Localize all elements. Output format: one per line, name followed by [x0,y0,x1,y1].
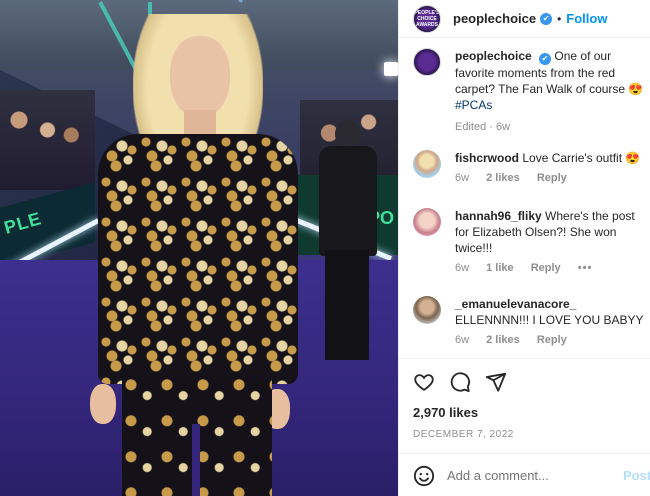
comment-username[interactable]: fishcrwood [455,151,519,165]
comments-list[interactable]: peoplechoice ✔ One of our favorite momen… [399,38,650,358]
comment-text: ELLENNNN!!! I LOVE YOU BABYY [455,313,644,327]
commenter-avatar[interactable] [413,296,441,324]
hashtag-link[interactable]: #PCAs [455,98,492,112]
celebrity-figure [88,14,306,496]
comment-meta: 6w 1 like Reply ••• [455,260,647,276]
verified-badge-icon: ✔ [540,12,553,25]
like-count[interactable]: 2,970 likes [413,405,478,420]
caption-body: peoplechoice ✔ One of our favorite momen… [455,48,647,135]
comment-likes[interactable]: 2 likes [486,334,520,346]
edited-label: Edited · 6w [455,121,511,133]
comment-text: Love Carrie's outfit 😍 [522,151,641,165]
commenter-avatar[interactable] [413,208,441,236]
guard-head [335,120,361,148]
comment-likes[interactable]: 1 like [486,262,514,274]
comment-likes[interactable]: 2 likes [486,172,520,184]
heart-icon[interactable] [413,371,435,393]
caption-username[interactable]: peoplechoice [455,49,532,63]
comment-age: 6w [455,172,470,184]
comment-body: hannah96_fliky Where's the post for Eliz… [455,208,647,276]
reply-button[interactable]: Reply [531,262,561,274]
share-icon[interactable] [485,371,507,393]
post-date: DECEMBER 7, 2022 [413,429,514,440]
embellished-jacket [98,134,298,384]
reply-button[interactable]: Reply [537,334,567,346]
account-avatar-text: PEOPLE'S CHOICE AWARDS [414,9,440,28]
post-photo[interactable]: PLE PO [0,0,398,496]
comment-age: 6w [455,334,470,346]
guard-torso [319,146,377,256]
header-username[interactable]: peoplechoice [453,11,536,26]
post-header: PEOPLE'S CHOICE AWARDS peoplechoice ✔ • … [399,0,650,38]
verified-badge-icon: ✔ [539,53,552,65]
emoji-icon[interactable] [413,465,435,487]
caption-avatar[interactable] [413,48,441,76]
post-actions: 2,970 likes DECEMBER 7, 2022 Post [399,358,650,496]
separator-dot: • [557,11,562,26]
face [170,36,230,118]
comment-body: _emanuelevanacore_ ELLENNNN!!! I LOVE YO… [455,296,647,348]
guard-legs [325,250,369,360]
comment-username[interactable]: hannah96_fliky [455,209,542,223]
left-hand [90,384,116,424]
post-comment-button[interactable]: Post [623,468,650,483]
comment-meta: 6w 2 likes Reply [455,332,647,348]
account-avatar[interactable]: PEOPLE'S CHOICE AWARDS [413,4,441,33]
add-comment-bar: Post [399,453,650,496]
add-comment-input[interactable] [447,468,623,483]
caption-meta: Edited · 6w [455,119,647,135]
security-guard [315,120,380,370]
post-sidebar: PEOPLE'S CHOICE AWARDS peoplechoice ✔ • … [398,0,650,496]
more-options-icon[interactable]: ••• [578,262,593,274]
comment-age: 6w [455,262,470,274]
reply-button[interactable]: Reply [537,172,567,184]
spotlight [384,62,398,76]
action-icons [413,371,507,393]
follow-button[interactable]: Follow [566,11,607,26]
commenter-avatar[interactable] [413,150,441,178]
comment-username[interactable]: _emanuelevanacore_ [455,297,576,311]
comment-body: fishcrwood Love Carrie's outfit 😍 6w 2 l… [455,150,647,186]
crowd-left [0,90,95,190]
comment-icon[interactable] [449,371,471,393]
comment-meta: 6w 2 likes Reply [455,170,647,186]
pants-gap [192,424,200,496]
